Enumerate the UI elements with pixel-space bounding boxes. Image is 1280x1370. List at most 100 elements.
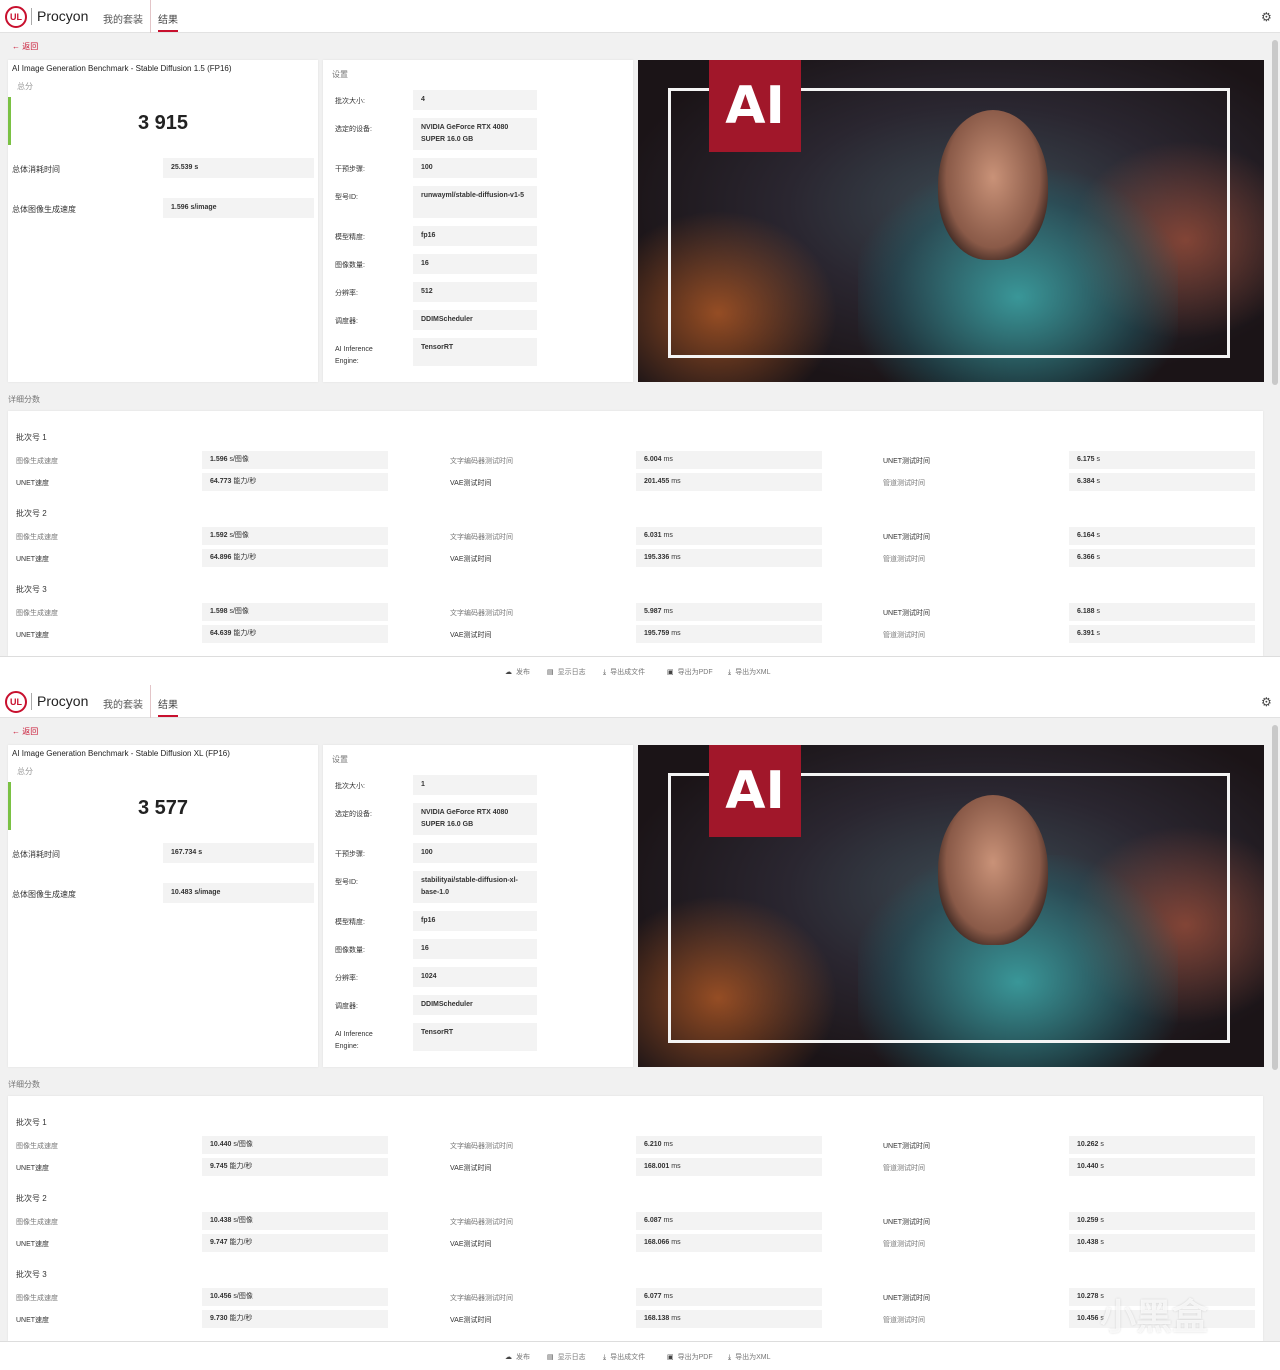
setting-value: DDIMScheduler bbox=[413, 310, 537, 330]
setting-value: NVIDIA GeForce RTX 4080 SUPER 16.0 GB bbox=[413, 118, 537, 150]
metric-number: 168.066 bbox=[644, 1239, 670, 1246]
metric-value: 6.031 ms bbox=[636, 527, 822, 545]
setting-value: 1024 bbox=[413, 967, 537, 987]
download-icon: ⤓ bbox=[728, 669, 732, 676]
metric-value: 6.077 ms bbox=[636, 1288, 822, 1306]
setting-value: TensorRT bbox=[413, 1023, 537, 1051]
metric-label: 文字编码器测试时间 bbox=[450, 610, 513, 617]
setting-label: 干预步骤: bbox=[335, 851, 365, 858]
metric-number: 6.175 bbox=[1077, 456, 1095, 463]
bottom-toolbar: ☁ 发布 ▤ 显示日志 ⤓ 导出成文件 ▣ 导出为PDF ⤓ 导出为XML bbox=[0, 656, 1280, 685]
metric-number: 10.456 bbox=[210, 1293, 232, 1300]
setting-label: 图像数量: bbox=[335, 947, 365, 954]
cloud-upload-icon: ☁ bbox=[505, 669, 512, 676]
toolbar-button-3[interactable]: ▣ 导出为PDF bbox=[667, 1352, 713, 1362]
back-link[interactable]: ← 返回 bbox=[12, 41, 38, 52]
metric-unit: 能力/秒 bbox=[229, 1239, 253, 1246]
detail-scores-card: 批次号 1 图像生成速度 10.440 s/图像 文字编码器测试时间 6.210 ms U… bbox=[8, 1096, 1263, 1341]
toolbar-button-label: 导出成文件 bbox=[610, 1354, 646, 1361]
metric-label: 图像生成速度 bbox=[16, 534, 58, 541]
metric-value: 1.592 s/图像 bbox=[202, 527, 388, 545]
toolbar-button-4[interactable]: ⤓ 导出为XML bbox=[728, 1352, 771, 1362]
setting-label: 型号ID: bbox=[335, 194, 358, 201]
setting-value: 100 bbox=[413, 158, 537, 178]
metric-value: 201.455 ms bbox=[636, 473, 822, 491]
metric-unit: ms bbox=[671, 630, 681, 637]
metric-unit: ms bbox=[663, 532, 673, 539]
metric-unit: s/图像 bbox=[233, 1293, 253, 1300]
metric-label: UNET测试时间 bbox=[883, 1295, 931, 1302]
metric-value: 6.087 ms bbox=[636, 1212, 822, 1230]
summary-label: 总体消耗时间 bbox=[12, 850, 60, 859]
metric-unit: ms bbox=[663, 1141, 673, 1148]
metric-label: UNET速度 bbox=[16, 556, 50, 563]
summary-label: 总体消耗时间 bbox=[12, 165, 60, 174]
metric-label: UNET测试时间 bbox=[883, 1219, 931, 1226]
metric-number: 10.262 bbox=[1077, 1141, 1099, 1148]
metric-unit: s bbox=[1096, 630, 1100, 637]
gear-icon[interactable]: ⚙ bbox=[1261, 695, 1272, 709]
metric-number: 6.004 bbox=[644, 456, 662, 463]
toolbar-button-0[interactable]: ☁ 发布 bbox=[505, 1352, 530, 1362]
metric-label: UNET速度 bbox=[16, 1241, 50, 1248]
scrollbar[interactable] bbox=[1272, 40, 1278, 385]
setting-value: 512 bbox=[413, 282, 537, 302]
benchmark-title: AI Image Generation Benchmark - Stable D… bbox=[12, 749, 230, 758]
setting-value: stabilityai/stable-diffusion-xl-base-1.0 bbox=[413, 871, 537, 903]
metric-number: 6.077 bbox=[644, 1293, 662, 1300]
metric-number: 10.259 bbox=[1077, 1217, 1099, 1224]
metric-label: 图像生成速度 bbox=[16, 458, 58, 465]
settings-card: 设置 批次大小: 1 选定的设备: NVIDIA GeForce RTX 4080 SU… bbox=[323, 745, 633, 1067]
setting-label: 选定的设备: bbox=[335, 126, 372, 133]
tab-results[interactable]: 结果 bbox=[158, 11, 178, 32]
gear-icon[interactable]: ⚙ bbox=[1261, 10, 1272, 24]
toolbar-button-label: 导出为XML bbox=[735, 1354, 771, 1361]
setting-value: 16 bbox=[413, 254, 537, 274]
metric-unit: 能力/秒 bbox=[233, 554, 257, 561]
metric-value: 1.598 s/图像 bbox=[202, 603, 388, 621]
scrollbar[interactable] bbox=[1272, 725, 1278, 1070]
metric-value: 64.896 能力/秒 bbox=[202, 549, 388, 567]
metric-number: 6.210 bbox=[644, 1141, 662, 1148]
metric-label: VAE测试时间 bbox=[450, 1241, 492, 1248]
settings-title: 设置 bbox=[332, 755, 348, 764]
tab-my-suites[interactable]: 我的套装 bbox=[103, 11, 143, 26]
metric-value: 6.384 s bbox=[1069, 473, 1255, 491]
toolbar-button-label: 发布 bbox=[516, 669, 530, 676]
toolbar-button-2[interactable]: ⤓ 导出成文件 bbox=[603, 1352, 645, 1362]
metric-number: 168.001 bbox=[644, 1163, 670, 1170]
toolbar-button-label: 发布 bbox=[516, 1354, 530, 1361]
toolbar-button-label: 导出为PDF bbox=[677, 1354, 713, 1361]
toolbar-button-1[interactable]: ▤ 显示日志 bbox=[547, 1352, 586, 1362]
toolbar-button-2[interactable]: ⤓ 导出成文件 bbox=[603, 667, 645, 677]
setting-label: 批次大小: bbox=[335, 783, 365, 790]
logo-divider bbox=[31, 8, 32, 25]
metric-label: UNET速度 bbox=[16, 1165, 50, 1172]
toolbar-button-1[interactable]: ▤ 显示日志 bbox=[547, 667, 586, 677]
arrow-left-icon: ← bbox=[12, 42, 23, 51]
metric-value: 9.730 能力/秒 bbox=[202, 1310, 388, 1328]
summary-value: 10.483 s/image bbox=[163, 883, 314, 903]
tab-results[interactable]: 结果 bbox=[158, 696, 178, 717]
toolbar-button-3[interactable]: ▣ 导出为PDF bbox=[667, 667, 713, 677]
metric-number: 10.438 bbox=[1077, 1239, 1099, 1246]
metric-unit: s/图像 bbox=[229, 532, 249, 539]
batch-heading: 批次号 1 bbox=[16, 433, 47, 442]
back-label: 返回 bbox=[22, 727, 39, 736]
metric-number: 6.384 bbox=[1077, 478, 1095, 485]
save-icon: ▣ bbox=[667, 669, 674, 676]
toolbar-button-label: 导出为PDF bbox=[677, 669, 713, 676]
benchmark-title: AI Image Generation Benchmark - Stable D… bbox=[12, 64, 232, 73]
metric-number: 6.087 bbox=[644, 1217, 662, 1224]
metric-unit: ms bbox=[671, 478, 681, 485]
metric-number: 6.188 bbox=[1077, 608, 1095, 615]
metric-unit: 能力/秒 bbox=[233, 478, 257, 485]
metric-number: 9.747 bbox=[210, 1239, 228, 1246]
toolbar-button-4[interactable]: ⤓ 导出为XML bbox=[728, 667, 771, 677]
tab-my-suites[interactable]: 我的套装 bbox=[103, 696, 143, 711]
back-link[interactable]: ← 返回 bbox=[12, 726, 38, 737]
toolbar-button-0[interactable]: ☁ 发布 bbox=[505, 667, 530, 677]
metric-value: 5.987 ms bbox=[636, 603, 822, 621]
metric-value: 10.438 s/图像 bbox=[202, 1212, 388, 1230]
metric-label: UNET速度 bbox=[16, 632, 50, 639]
